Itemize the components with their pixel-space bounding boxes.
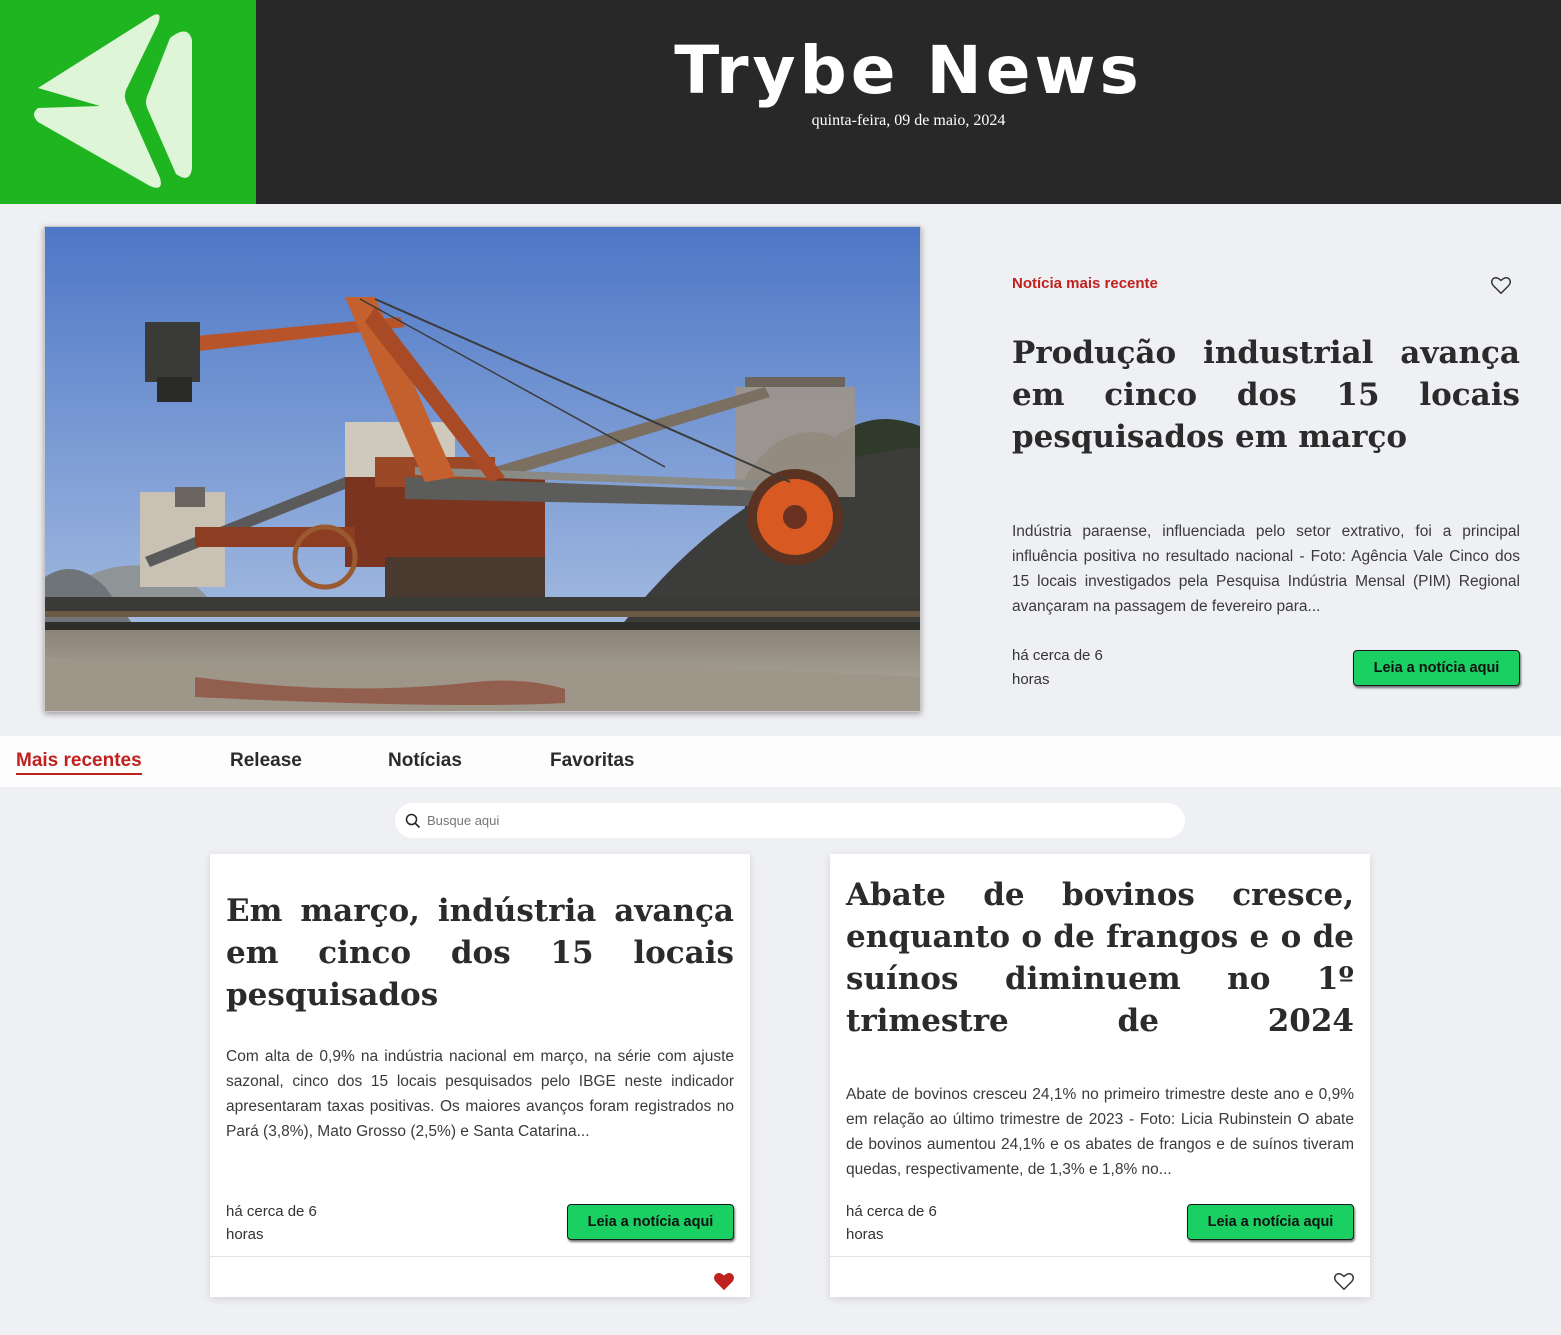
hero-image[interactable] — [44, 226, 921, 712]
search-bar — [395, 803, 1185, 838]
site-logo[interactable] — [0, 0, 256, 204]
read-news-button[interactable]: Leia a notícia aqui — [567, 1204, 734, 1240]
site-header: Trybe News quinta-feira, 09 de maio, 202… — [0, 0, 1561, 204]
favorite-button[interactable] — [1333, 1270, 1355, 1292]
card-time: há cerca de 6 horas — [846, 1203, 937, 1243]
hero-headline[interactable]: Produção industrial avança em cinco dos … — [1012, 332, 1520, 458]
card-summary: Abate de bovinos cresceu 24,1% no primei… — [846, 1086, 1354, 1178]
favorite-button[interactable] — [713, 1270, 735, 1292]
card-divider — [830, 1256, 1370, 1257]
hero-time: há cerca de 6 horas — [1012, 647, 1103, 688]
tab-noticias[interactable]: Notícias — [388, 750, 462, 772]
card-summary: Com alta de 0,9% na indústria nacional e… — [226, 1048, 734, 1140]
card-headline[interactable]: Abate de bovinos cresce, enquanto o de f… — [846, 874, 1354, 1042]
heart-outline-icon — [1333, 1272, 1355, 1291]
tab-favoritas[interactable]: Favoritas — [550, 750, 634, 772]
news-card: Em março, indústria avança em cinco dos … — [210, 854, 750, 1297]
current-date: quinta-feira, 09 de maio, 2024 — [811, 112, 1006, 129]
card-time: há cerca de 6 horas — [226, 1203, 317, 1243]
search-input[interactable] — [427, 803, 1167, 838]
news-card: Abate de bovinos cresce, enquanto o de f… — [830, 854, 1370, 1297]
tab-release[interactable]: Release — [230, 750, 302, 772]
favorite-button[interactable] — [1490, 274, 1512, 296]
search-icon — [405, 813, 421, 829]
hero-summary: Indústria paraense, influenciada pelo se… — [1012, 523, 1520, 615]
tab-mais-recentes[interactable]: Mais recentes — [16, 750, 142, 775]
heart-outline-icon — [1490, 276, 1512, 295]
read-news-button[interactable]: Leia a notícia aqui — [1187, 1204, 1354, 1240]
latest-news-label: Notícia mais recente — [1012, 275, 1158, 292]
card-headline[interactable]: Em março, indústria avança em cinco dos … — [226, 890, 734, 1016]
paper-plane-logo-icon — [34, 14, 192, 188]
read-news-button[interactable]: Leia a notícia aqui — [1353, 650, 1520, 686]
heart-filled-icon — [714, 1273, 734, 1291]
site-title: Trybe News — [674, 32, 1143, 109]
card-divider — [210, 1256, 750, 1257]
category-tabs: Mais recentes Release Notícias Favoritas — [0, 736, 1561, 787]
